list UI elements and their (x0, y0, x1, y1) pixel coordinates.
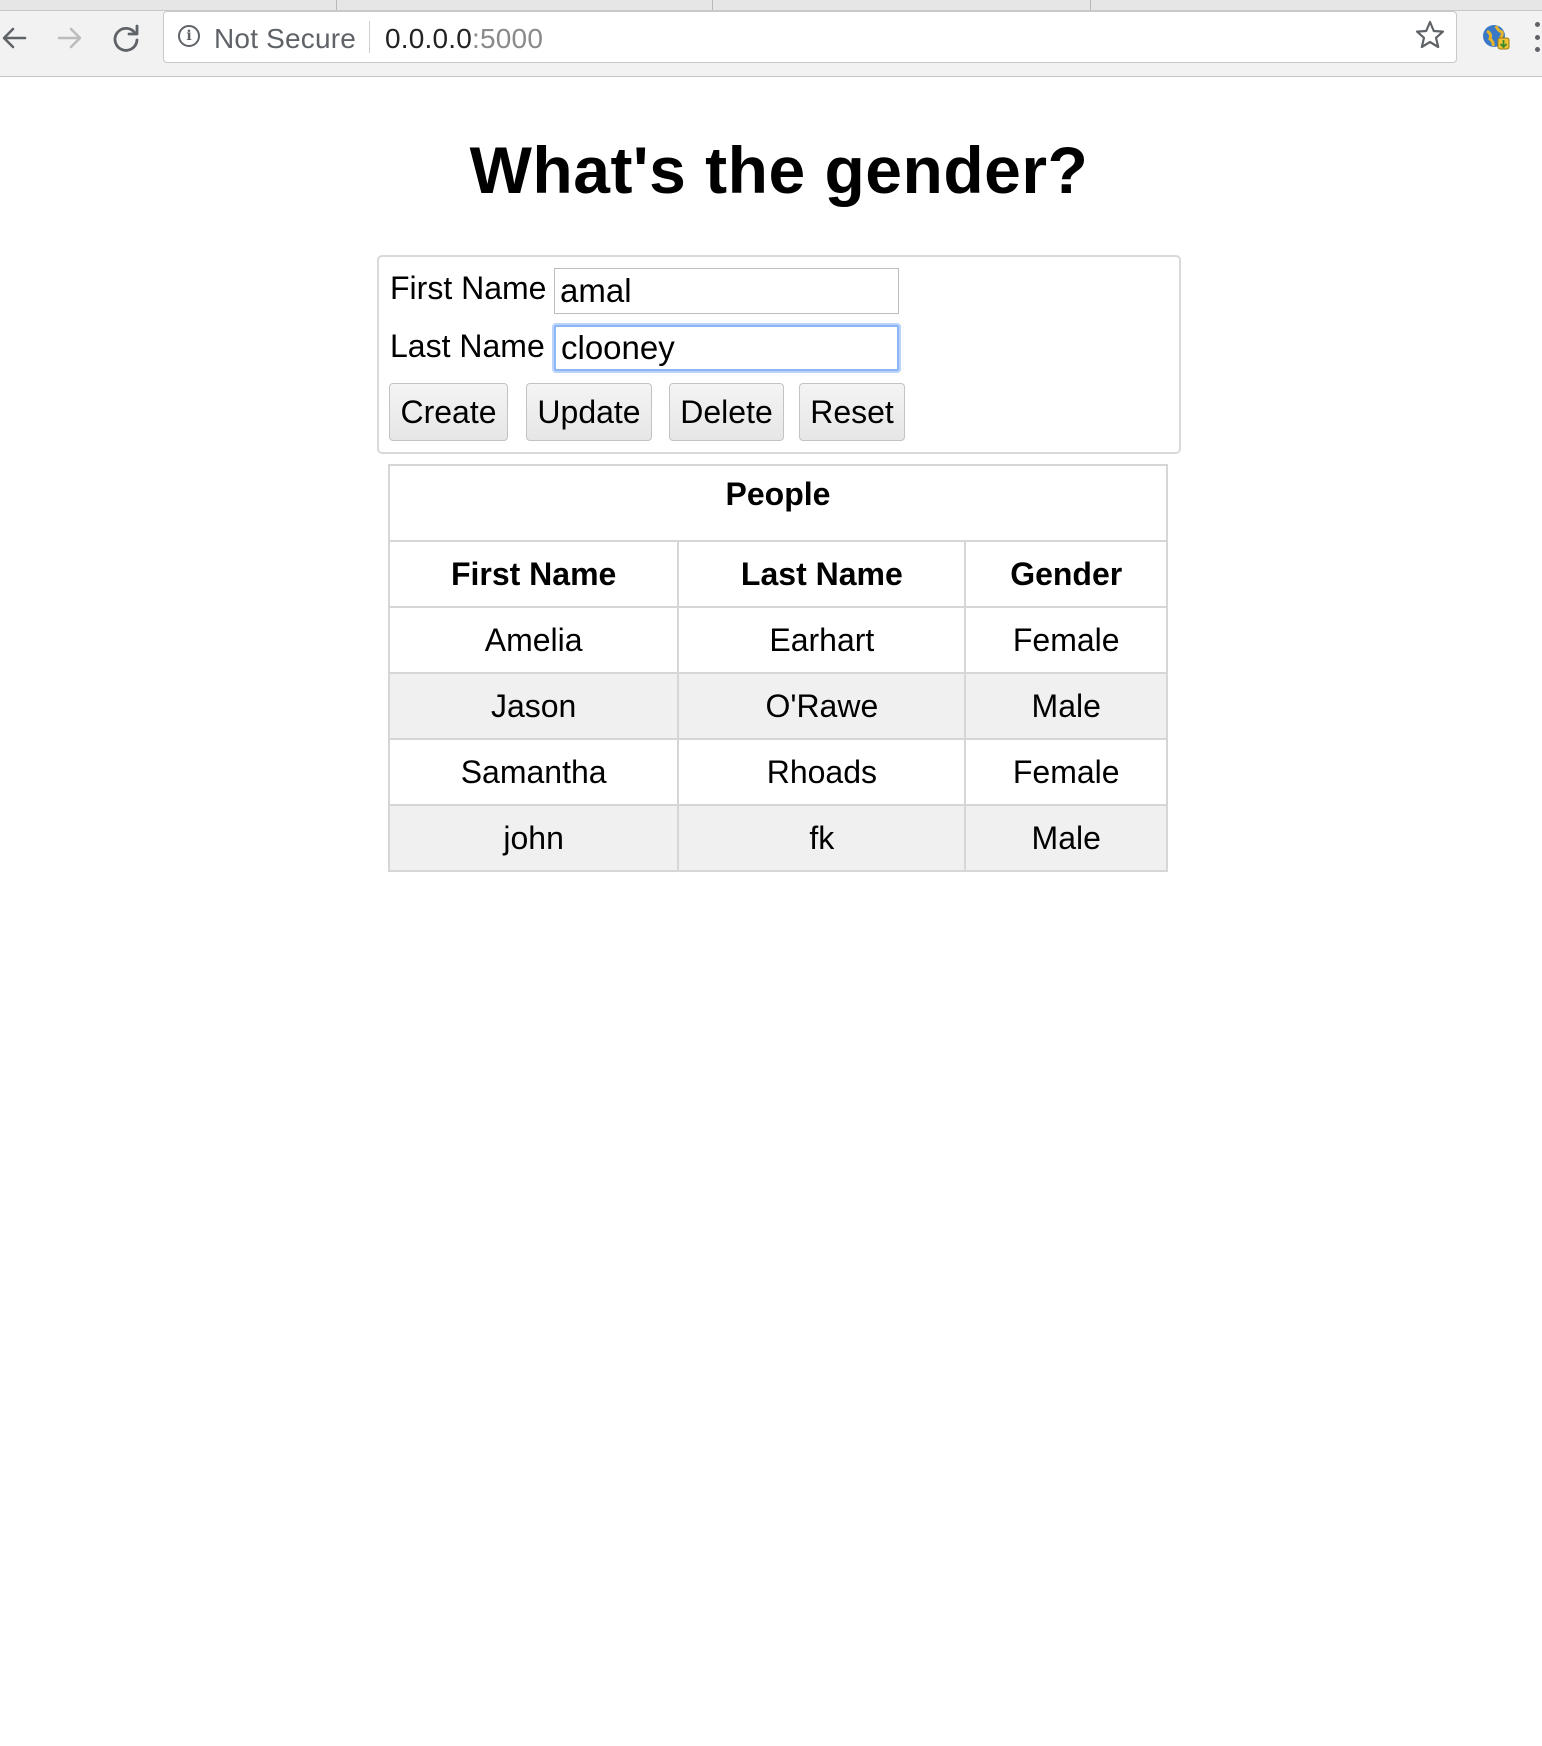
people-table: People First Name Last Name Gender Ameli… (387, 464, 1168, 872)
last-name-cell: O'Rawe (677, 672, 967, 740)
first-name-cell: Samantha (387, 738, 680, 806)
table-row[interactable]: john fk Male (387, 804, 1168, 872)
menu-dot (1535, 47, 1540, 52)
first-name-cell: Jason (387, 672, 680, 740)
info-icon[interactable]: i (178, 25, 200, 47)
tab-edge (1090, 0, 1091, 10)
table-row[interactable]: Amelia Earhart Female (387, 606, 1168, 674)
browser-menu-icon[interactable] (1535, 22, 1541, 52)
gender-cell: Female (964, 738, 1168, 806)
tab-strip (0, 0, 1542, 11)
gender-cell: Male (964, 672, 1168, 740)
gender-cell: Male (964, 804, 1168, 872)
menu-dot (1535, 34, 1540, 40)
url-text[interactable]: 0.0.0.0:5000 (385, 23, 543, 55)
table-header-row: First Name Last Name Gender (387, 540, 1168, 608)
column-header-last-name: Last Name (677, 540, 967, 608)
tab-edge (336, 0, 337, 10)
menu-dot (1535, 22, 1540, 27)
column-header-first-name: First Name (387, 540, 680, 608)
extension-icon[interactable] (1481, 22, 1511, 52)
last-name-cell: Earhart (677, 606, 967, 674)
first-name-cell: john (387, 804, 680, 872)
delete-button[interactable]: Delete (669, 383, 784, 441)
update-button[interactable]: Update (526, 383, 652, 441)
table-caption: People (388, 464, 1168, 542)
omnibox-divider (369, 21, 370, 53)
url-host: 0.0.0.0 (385, 23, 473, 54)
url-port: :5000 (472, 23, 544, 54)
security-indicator[interactable]: Not Secure (214, 23, 356, 55)
table-row[interactable]: Samantha Rhoads Female (387, 738, 1168, 806)
address-bar[interactable]: i Not Secure 0.0.0.0:5000 (163, 11, 1457, 63)
create-button[interactable]: Create (389, 383, 508, 441)
page-title: What's the gender? (469, 133, 1089, 207)
reload-button[interactable] (108, 20, 144, 56)
first-name-input[interactable] (554, 268, 899, 314)
forward-arrow-icon (57, 27, 82, 49)
star-outline-icon (1415, 20, 1445, 49)
first-name-cell: Amelia (387, 606, 680, 674)
forward-button[interactable] (52, 20, 88, 56)
gender-cell: Female (964, 606, 1168, 674)
reload-icon (113, 24, 139, 52)
back-arrow-icon (2, 27, 27, 49)
last-name-input[interactable] (554, 325, 899, 371)
reset-button[interactable]: Reset (799, 383, 905, 441)
person-form: First Name Last Name Create Update Delet… (377, 255, 1181, 454)
first-name-label: First Name (390, 270, 547, 306)
back-button[interactable] (0, 20, 32, 56)
browser-toolbar: i Not Secure 0.0.0.0:5000 (0, 0, 1542, 77)
table-row[interactable]: Jason O'Rawe Male (387, 672, 1168, 740)
last-name-cell: Rhoads (677, 738, 967, 806)
tab-edge (712, 0, 713, 10)
last-name-label: Last Name (390, 328, 545, 364)
globe-extension-icon (1483, 25, 1510, 50)
column-header-gender: Gender (964, 540, 1168, 608)
last-name-cell: fk (677, 804, 967, 872)
bookmark-star-icon[interactable] (1414, 19, 1446, 59)
